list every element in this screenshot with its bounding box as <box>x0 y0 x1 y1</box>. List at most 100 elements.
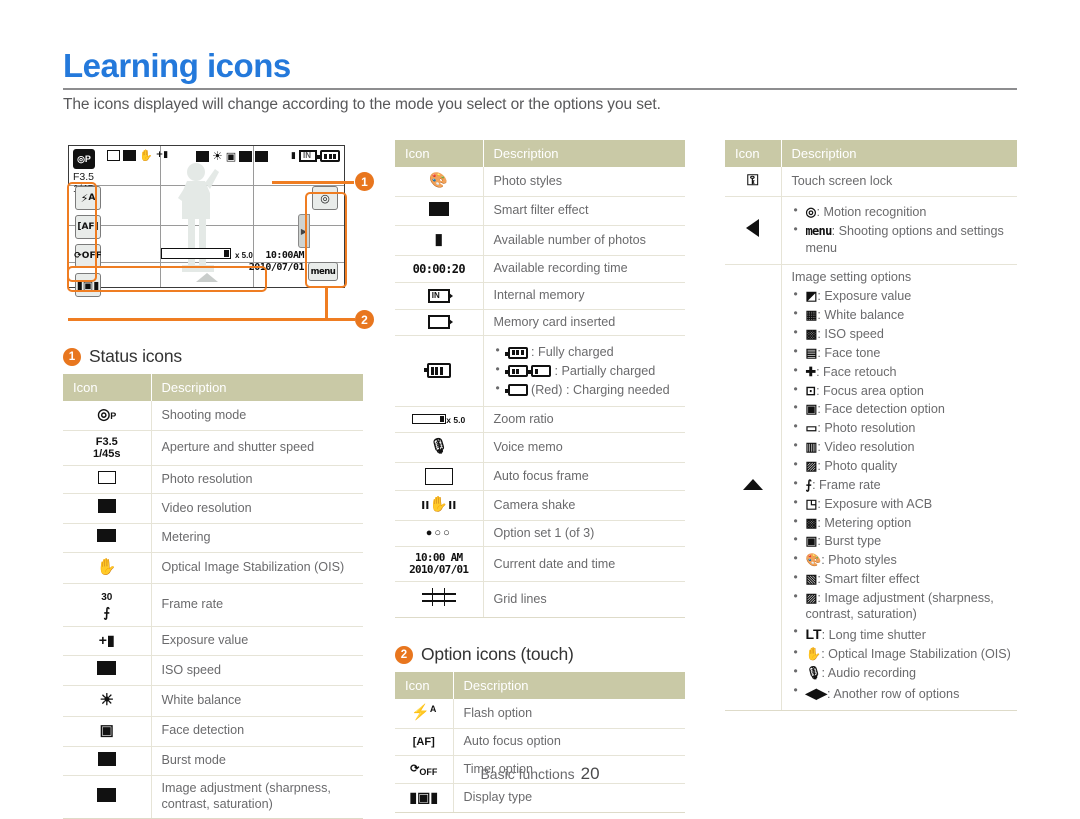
callout-line-2-horiz <box>68 318 355 321</box>
status-icon-strip-1: ✋ +▮ <box>107 150 168 161</box>
row-desc: Current date and time <box>483 546 685 583</box>
iso-speed-icon <box>196 150 209 162</box>
face-detection-icon: ▣ <box>225 149 237 163</box>
table-row: Photo resolution <box>63 465 363 495</box>
list-item: ◩: Exposure value <box>792 287 1012 304</box>
image-setting-options: Image setting options ◩: Exposure value … <box>781 264 1017 711</box>
list-item: ▤: Face tone <box>792 344 1012 361</box>
date-time-icon: 10:00 AM 2010/07/01 <box>395 546 484 583</box>
header-icon: Icon <box>725 140 782 167</box>
table-row: ●○○ Option set 1 (of 3) <box>395 520 685 548</box>
face-detection-icon: ▣ <box>805 402 818 417</box>
table-row: Smart filter effect <box>395 196 685 227</box>
battery-states: : Fully charged : Partially charged (Red… <box>483 335 685 407</box>
available-photos-icon: ▮ <box>291 150 296 161</box>
callout-marker-1: 1 <box>355 172 374 191</box>
option-icons-touch-table: Icon Description ⚡A Flash option [AF] Au… <box>395 672 685 814</box>
header-description: Description <box>483 140 685 167</box>
memory-card-icon <box>395 309 484 337</box>
list-item: 🎙: Audio recording <box>792 664 1012 681</box>
photo-resolution-icon <box>107 150 120 161</box>
another-row-icon: ◀▶ <box>805 684 828 701</box>
table-row: F3.5 1/45s Aperture and shutter speed <box>63 430 363 466</box>
table-row: ▣ Face detection <box>63 716 363 747</box>
list-item: ▩: Metering option <box>792 514 1012 531</box>
row-desc: Grid lines <box>483 581 685 619</box>
zoom-ratio-icon: x 5.0 <box>395 406 484 434</box>
table-row: Image setting options ◩: Exposure value … <box>725 264 1017 711</box>
image-settings-bullet-list: ◩: Exposure value ▦: White balance ▩: IS… <box>792 287 1012 702</box>
table-row: 🎨 Photo styles <box>395 167 685 197</box>
table-row: ☀ White balance <box>63 685 363 717</box>
exposure-value-icon: +▮ <box>155 150 169 160</box>
voice-memo-icon: 🎙 <box>395 432 484 463</box>
status-icons-table: Icon Description ◎P Shooting mode F3.5 1/… <box>63 374 363 819</box>
row-desc: Zoom ratio <box>483 406 685 434</box>
row-desc: Optical Image Stabilization (OIS) <box>151 552 363 584</box>
table-header-row: Icon Description <box>395 672 685 700</box>
table-row: ✋ Optical Image Stabilization (OIS) <box>63 552 363 584</box>
white-balance-icon: ☀ <box>63 685 152 717</box>
right-column: Icon Description ⚿ Touch screen lock ◎: … <box>725 140 1017 711</box>
photo-resolution-icon <box>63 465 152 495</box>
manual-page: Learning icons The icons displayed will … <box>0 0 1080 819</box>
table-row: 00:00:20 Available recording time <box>395 255 685 283</box>
metering-option-icon: ▩ <box>805 515 818 530</box>
photo-styles-icon: 🎨 <box>805 553 822 568</box>
battery-icon <box>395 335 484 407</box>
frame-rate-icon: 30 ⨍ <box>63 583 152 628</box>
arrow-left-icon <box>725 196 782 265</box>
smart-filter-effect-icon <box>395 196 484 227</box>
header-description: Description <box>151 374 363 401</box>
recording-time-icon: 00:00:20 <box>395 255 484 283</box>
shooting-mode-badge: ◎P <box>73 149 95 169</box>
white-balance-icon: ☀ <box>212 149 223 163</box>
exposure-value-icon: +▮ <box>63 626 152 657</box>
page-subtitle: The icons displayed will change accordin… <box>63 96 661 113</box>
table-row: ◎P Shooting mode <box>63 401 363 431</box>
table-row: ISO speed <box>63 655 363 686</box>
list-item: ▧: Smart filter effect <box>792 570 1012 587</box>
table-row: Metering <box>63 523 363 553</box>
arrow-up-icon <box>725 264 782 711</box>
option-set-icon: ●○○ <box>395 520 484 548</box>
display-type-icon: ▮▣▮ <box>395 783 454 814</box>
status-icon-strip-3: ▮ IN <box>291 150 340 162</box>
callout-line-1 <box>272 181 354 184</box>
metering-icon <box>63 523 152 553</box>
list-item: LT: Long time shutter <box>792 624 1012 643</box>
table-row: 🎙 Voice memo <box>395 432 685 463</box>
row-desc: Camera shake <box>483 490 685 521</box>
smart-filter-icon: ▧ <box>805 572 818 587</box>
status-icon-strip-2: ☀ ▣ <box>196 149 269 163</box>
motion-recognition-icon: ◎ <box>805 205 817 220</box>
table-row: ⚡A Flash option <box>395 699 685 730</box>
internal-memory-icon: IN <box>299 150 320 162</box>
auto-focus-frame-icon <box>395 462 484 491</box>
section-marker-2: 2 <box>395 645 413 664</box>
table-row: Auto focus frame <box>395 462 685 491</box>
list-item: ✋: Optical Image Stabilization (OIS) <box>792 645 1012 662</box>
battery-empty-icon <box>504 384 528 397</box>
row-desc: Internal memory <box>483 282 685 310</box>
row-desc: Smart filter effect <box>483 196 685 227</box>
camera-shake-icon: ıı✋ıı <box>395 490 484 521</box>
face-detection-icon: ▣ <box>63 716 152 747</box>
long-time-shutter-icon: LT <box>805 626 822 643</box>
table-row: 30 ⨍ Frame rate <box>63 583 363 628</box>
row-desc: Auto focus frame <box>483 462 685 491</box>
row-desc: Photo resolution <box>151 465 363 495</box>
row-desc: Metering <box>151 523 363 553</box>
table-row: ⚿ Touch screen lock <box>725 167 1017 197</box>
table-row: ▮ Available number of photos <box>395 225 685 257</box>
header-icon: Icon <box>63 374 152 401</box>
list-item: ▦: White balance <box>792 306 1012 323</box>
battery-bullet-list: : Fully charged : Partially charged (Red… <box>494 343 680 398</box>
battery-icon <box>317 150 340 162</box>
list-item: : Partially charged <box>494 362 680 379</box>
row-desc: Exposure value <box>151 626 363 657</box>
table-row: ▮▣▮ Display type <box>395 783 685 814</box>
table-row: : Fully charged : Partially charged (Red… <box>395 335 685 407</box>
table-header-row: Icon Description <box>395 140 685 167</box>
list-item: ◳: Exposure with ACB <box>792 495 1012 512</box>
